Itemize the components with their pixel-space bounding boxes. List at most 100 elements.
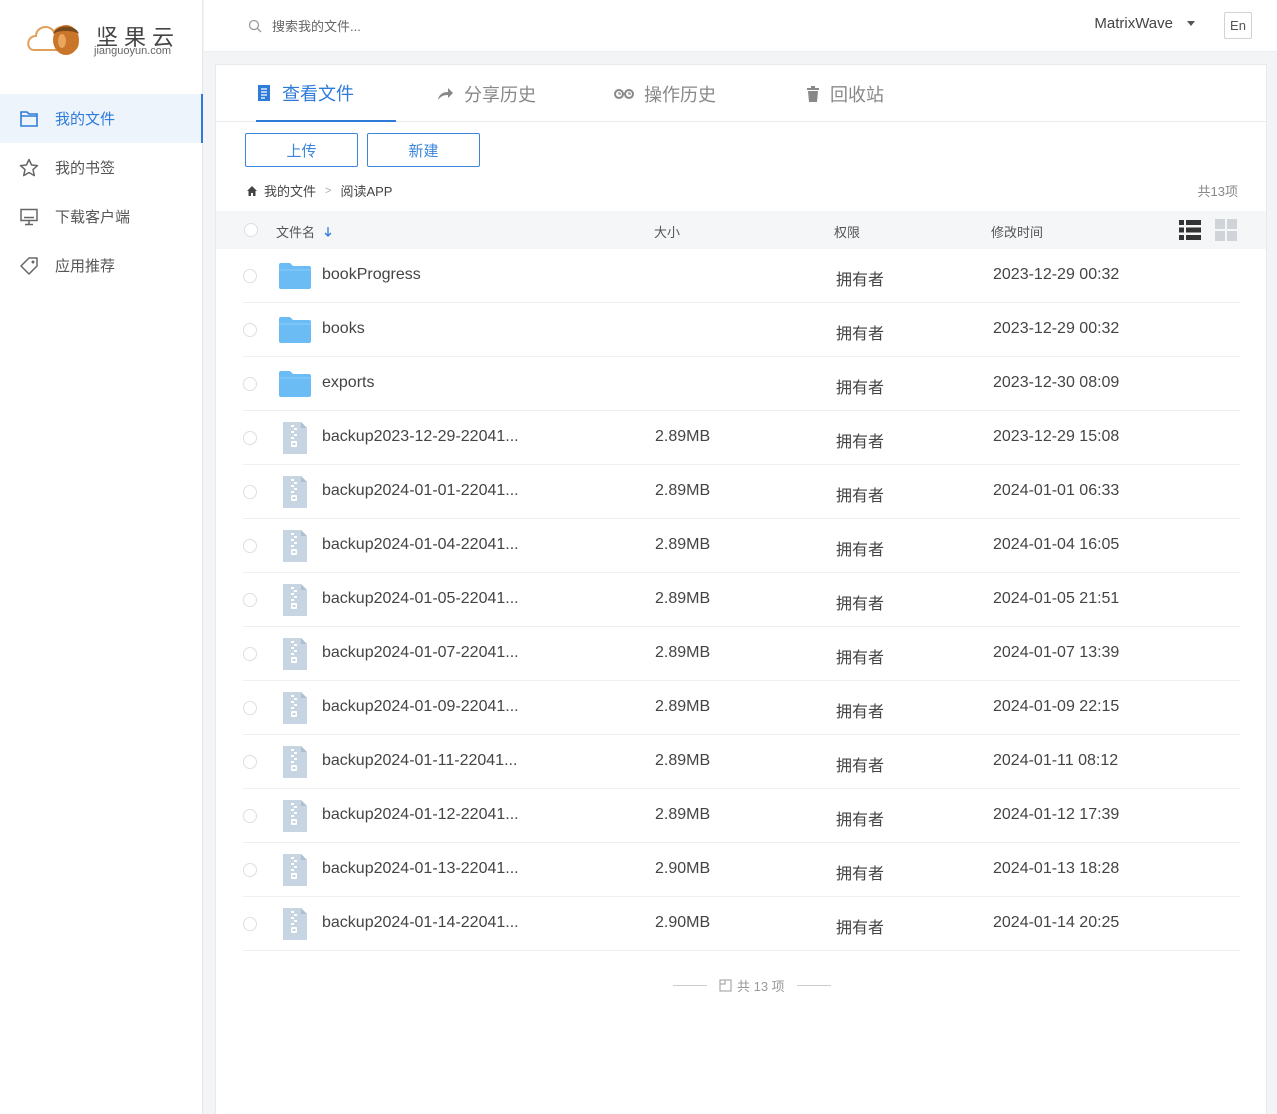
row-checkbox[interactable] <box>243 539 257 553</box>
row-checkbox[interactable] <box>243 377 257 391</box>
sidebar-item-app-recommend[interactable]: 应用推荐 <box>0 241 203 290</box>
table-row[interactable]: books 拥有者 2023-12-29 00:32 <box>243 303 1240 357</box>
table-row[interactable]: backup2023-12-29-22041... 2.89MB 拥有者 2023-1… <box>243 411 1240 465</box>
file-permission: 拥有者 <box>836 542 885 559</box>
row-checkbox[interactable] <box>243 323 257 337</box>
file-size: 2.90MB <box>655 860 711 877</box>
file-permission: 拥有者 <box>836 380 885 397</box>
folder-icon <box>18 108 40 130</box>
file-modified: 2024-01-09 22:15 <box>993 698 1120 715</box>
table-row[interactable]: backup2024-01-11-22041... 2.89MB 拥有者 2024-0… <box>243 735 1240 789</box>
file-name[interactable]: backup2024-01-04-22041... <box>322 536 522 554</box>
file-permission: 拥有者 <box>836 704 885 721</box>
table-row[interactable]: backup2024-01-05-22041... 2.89MB 拥有者 2024-0… <box>243 573 1240 627</box>
search-input[interactable]: 搜索我的文件... <box>272 16 361 35</box>
sidebar-item-my-files[interactable]: 我的文件 <box>0 94 203 143</box>
file-size: 2.90MB <box>655 914 711 931</box>
file-name[interactable]: backup2024-01-11-22041... <box>322 752 522 770</box>
table-row[interactable]: backup2024-01-09-22041... 2.89MB 拥有者 2024-0… <box>243 681 1240 735</box>
document-icon <box>256 84 272 102</box>
file-modified: 2023-12-29 00:32 <box>993 320 1120 337</box>
row-checkbox[interactable] <box>243 917 257 931</box>
file-modified: 2023-12-29 15:08 <box>993 428 1120 445</box>
row-checkbox[interactable] <box>243 863 257 877</box>
file-name[interactable]: backup2024-01-01-22041... <box>322 482 522 500</box>
list-view-icon[interactable] <box>1179 219 1201 244</box>
zip-file-icon <box>278 746 312 778</box>
logo[interactable]: 坚果云 jianguoyun.com <box>26 14 186 62</box>
tab-bar: 查看文件 分享历史 操作历史 回收站 <box>216 65 1266 122</box>
zip-file-icon <box>278 530 312 562</box>
column-modified[interactable]: 修改时间 <box>991 222 1043 241</box>
table-row[interactable]: exports 拥有者 2023-12-30 08:09 <box>243 357 1240 411</box>
file-permission: 拥有者 <box>836 434 885 451</box>
table-row[interactable]: backup2024-01-12-22041... 2.89MB 拥有者 2024-0… <box>243 789 1240 843</box>
file-modified: 2024-01-04 16:05 <box>993 536 1120 553</box>
tab-share-history[interactable]: 分享历史 <box>436 65 536 122</box>
file-size: 2.89MB <box>655 752 711 769</box>
sidebar-item-bookmarks[interactable]: 我的书签 <box>0 143 203 192</box>
table-row[interactable]: backup2024-01-14-22041... 2.90MB 拥有者 2024-0… <box>243 897 1240 951</box>
sidebar-item-label: 下载客户端 <box>55 209 131 226</box>
file-name[interactable]: books <box>322 320 522 338</box>
file-name[interactable]: backup2024-01-09-22041... <box>322 698 522 716</box>
grid-view-icon[interactable] <box>1215 219 1237 244</box>
monitor-icon <box>18 206 40 228</box>
file-name[interactable]: backup2024-01-12-22041... <box>322 806 522 824</box>
brand-domain: jianguoyun.com <box>94 45 172 57</box>
file-permission: 拥有者 <box>836 920 885 937</box>
zip-file-icon <box>278 422 312 454</box>
file-size: 2.89MB <box>655 698 711 715</box>
table-row[interactable]: backup2024-01-04-22041... 2.89MB 拥有者 2024-0… <box>243 519 1240 573</box>
row-checkbox[interactable] <box>243 485 257 499</box>
breadcrumb-root[interactable]: 我的文件 <box>264 181 316 200</box>
footer-count-text: 共 13 项 <box>737 979 785 994</box>
file-name[interactable]: backup2023-12-29-22041... <box>322 428 522 446</box>
row-checkbox[interactable] <box>243 431 257 445</box>
row-checkbox[interactable] <box>243 593 257 607</box>
column-size[interactable]: 大小 <box>654 222 680 241</box>
chevron-down-icon <box>1187 21 1195 26</box>
files-icon <box>719 979 732 992</box>
breadcrumb: 我的文件 > 阅读APP <box>246 181 392 200</box>
tab-recycle-bin[interactable]: 回收站 <box>806 65 884 122</box>
file-name[interactable]: backup2024-01-05-22041... <box>322 590 522 608</box>
table-row[interactable]: backup2024-01-13-22041... 2.90MB 拥有者 2024-0… <box>243 843 1240 897</box>
file-name[interactable]: backup2024-01-14-22041... <box>322 914 522 932</box>
table-row[interactable]: bookProgress 拥有者 2023-12-29 00:32 <box>243 249 1240 303</box>
row-checkbox[interactable] <box>243 809 257 823</box>
file-modified: 2024-01-12 17:39 <box>993 806 1120 823</box>
row-checkbox[interactable] <box>243 701 257 715</box>
column-name[interactable]: 文件名 <box>276 222 333 241</box>
file-name[interactable]: exports <box>322 374 522 392</box>
upload-button[interactable]: 上传 <box>245 133 358 167</box>
table-row[interactable]: backup2024-01-01-22041... 2.89MB 拥有者 2024-0… <box>243 465 1240 519</box>
new-button[interactable]: 新建 <box>367 133 480 167</box>
row-checkbox[interactable] <box>243 269 257 283</box>
file-name[interactable]: backup2024-01-07-22041... <box>322 644 522 662</box>
file-permission: 拥有者 <box>836 488 885 505</box>
tab-operation-history[interactable]: 操作历史 <box>614 65 716 122</box>
file-modified: 2024-01-07 13:39 <box>993 644 1120 661</box>
file-size: 2.89MB <box>655 536 711 553</box>
file-size: 2.89MB <box>655 590 711 607</box>
row-checkbox[interactable] <box>243 647 257 661</box>
search-box[interactable]: 搜索我的文件... <box>248 16 361 35</box>
zip-file-icon <box>278 638 312 670</box>
search-icon <box>248 19 262 32</box>
zip-file-icon <box>278 692 312 724</box>
file-name[interactable]: bookProgress <box>322 266 522 284</box>
sidebar-item-download-client[interactable]: 下载客户端 <box>0 192 203 241</box>
language-button[interactable]: En <box>1224 12 1252 39</box>
tab-view-files[interactable]: 查看文件 <box>256 65 396 122</box>
column-name-label: 文件名 <box>276 225 316 240</box>
select-all-checkbox[interactable] <box>244 223 258 237</box>
user-menu[interactable]: MatrixWave <box>1094 15 1195 32</box>
file-modified: 2024-01-13 18:28 <box>993 860 1120 877</box>
row-checkbox[interactable] <box>243 755 257 769</box>
table-row[interactable]: backup2024-01-07-22041... 2.89MB 拥有者 2024-0… <box>243 627 1240 681</box>
file-modified: 2023-12-30 08:09 <box>993 374 1120 391</box>
home-icon[interactable] <box>246 185 258 197</box>
file-name[interactable]: backup2024-01-13-22041... <box>322 860 522 878</box>
table-header: 文件名 大小 权限 修改时间 <box>216 211 1266 249</box>
